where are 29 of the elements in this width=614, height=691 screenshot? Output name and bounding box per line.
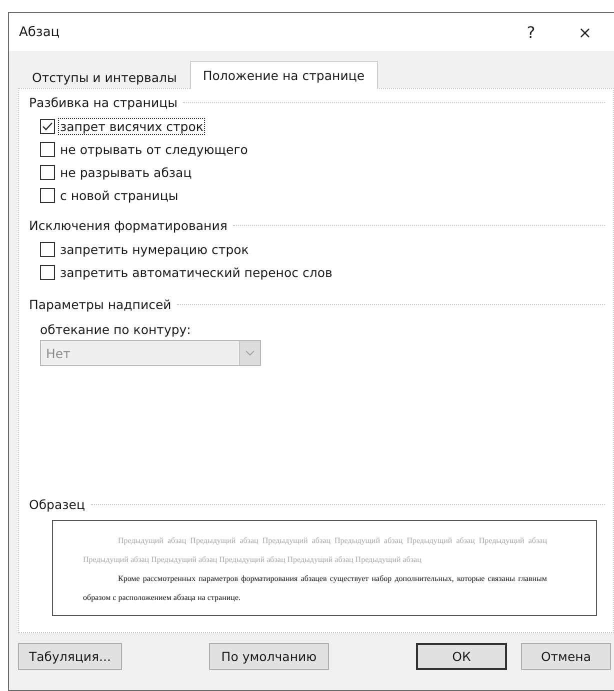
checkbox[interactable] [40, 242, 55, 257]
checkbox-label: с новой страницы [59, 187, 180, 204]
close-button[interactable]: × [562, 17, 608, 47]
checkbox-label: запрет висячих строк [58, 118, 206, 135]
section-title: Параметры надписей [29, 297, 172, 312]
help-button[interactable]: ? [508, 17, 554, 47]
checkbox[interactable] [40, 265, 55, 280]
section-title: Исключения форматирования [29, 218, 228, 233]
window-title: Абзац [19, 24, 61, 40]
tab[interactable]: Положение на странице [190, 61, 378, 89]
checkbox[interactable] [40, 142, 55, 157]
checkbox[interactable] [40, 188, 55, 203]
tab[interactable]: Отступы и интервалы [19, 65, 190, 89]
current-paragraph-text: Кроме рассмотренных параметров форматирования абзацев существует набор дополнительных, которые связаны главным образом с расположением абзаца на странице. [83, 573, 547, 604]
checkbox-label: запретить нумерацию строк [59, 241, 250, 258]
checkbox-label: не отрывать от следующего [59, 141, 249, 158]
field-label: обтекание по контуру: [40, 322, 192, 337]
chevron-down-icon [245, 350, 255, 356]
section-title: Образец [29, 497, 85, 512]
dialog-button[interactable]: Отмена [520, 643, 611, 670]
checkbox-label: не разрывать абзац [59, 164, 193, 181]
section-title: Разбивка на страницы [29, 95, 178, 110]
checkbox[interactable] [40, 165, 55, 180]
ok-button[interactable]: ОК [416, 643, 507, 670]
checkbox-label: запретить автоматический перенос слов [59, 264, 334, 281]
dialog-button[interactable]: По умолчанию [208, 643, 329, 670]
checkbox[interactable] [40, 119, 55, 134]
dialog-button[interactable]: Табуляция... [18, 643, 122, 670]
previous-paragraph-text: Предыдущий абзац Предыдущий абзац Предыдущий абзац Предыдущий абзац Предыдущий абзац Предыдущий абзац Предыдущий абзац Предыдущий абзац Предыдущий абзац Предыдущий абзац Предыдущий абзац [83, 535, 547, 566]
